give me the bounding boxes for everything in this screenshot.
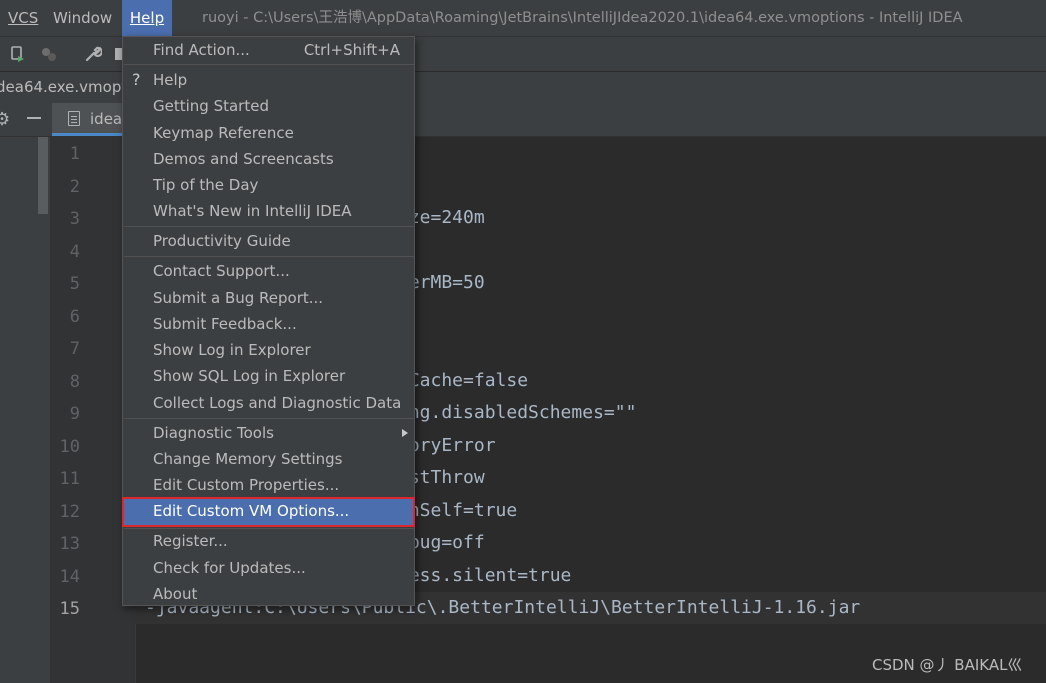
line-number: 8 [69,372,80,392]
menu-item-register[interactable]: Register... [123,528,414,554]
line-number: 5 [69,274,80,294]
menu-item-submit-bug[interactable]: Submit a Bug Report... [123,285,414,311]
line-number: 10 [59,437,80,457]
menu-item-label: Register... [153,532,228,550]
menu-vcs-label: VCS [8,9,39,27]
menu-item-keymap-reference[interactable]: Keymap Reference [123,120,414,146]
menu-bar: VCS Window Help ruoyi - C:\Users\王浩博\App… [0,0,1046,36]
menu-item-label: Show Log in Explorer [153,341,311,359]
menu-item-label: Diagnostic Tools [153,424,274,442]
menu-item-edit-custom-vm-options[interactable]: Edit Custom VM Options... [122,497,415,527]
menu-item-label: Edit Custom Properties... [153,476,340,494]
watermark-text: CSDN @丿 BAIKAL巛 [872,656,1023,674]
menu-item-about[interactable]: About [123,581,414,607]
breadcrumb[interactable]: dea64.exe.vmopti [0,72,131,103]
menu-item-diagnostic-tools[interactable]: Diagnostic Tools [123,420,414,446]
wrench-icon[interactable] [84,45,102,63]
menu-item-label: Help [153,71,188,89]
code-line-14: cess.silent=true [398,565,572,586]
menu-item-contact-support[interactable]: Contact Support... [123,258,414,284]
device-run-icon[interactable] [9,45,27,63]
line-number: 1 [69,144,80,164]
editor-tab-vmoptions[interactable]: idea [52,103,132,136]
hide-panel-icon[interactable] [27,117,41,119]
line-number: 9 [69,404,80,424]
menu-item-label: Collect Logs and Diagnostic Data [153,394,402,412]
line-number: 3 [69,209,80,229]
build-disabled-icon[interactable] [40,45,58,63]
menu-item-tip-of-the-day[interactable]: Tip of the Day [123,172,414,198]
question-mark-icon: ? [132,70,141,89]
menu-item-label: Getting Started [153,97,269,115]
menu-item-demos[interactable]: Demos and Screencasts [123,146,414,172]
help-menu-dropdown: Find Action... Ctrl+Shift+A ? Help Getti… [122,36,415,606]
editor-tab-label: idea [90,110,123,128]
code-line-12: chSelf=true [398,500,518,521]
line-number: 12 [59,502,80,522]
menu-item-check-updates[interactable]: Check for Updates... [123,555,414,581]
menu-item-label: Tip of the Day [153,176,259,194]
line-number: 6 [69,307,80,327]
menu-item-edit-custom-properties[interactable]: Edit Custom Properties... [123,472,414,498]
line-number: 11 [59,469,80,489]
shortcut-label: Ctrl+Shift+A [303,41,400,59]
current-line-number: 15 [59,599,80,619]
project-panel [0,137,51,683]
window-title: ruoyi - C:\Users\王浩博\AppData\Roaming\Jet… [202,10,963,26]
menu-item-change-memory[interactable]: Change Memory Settings [123,446,414,472]
menu-separator [124,64,414,65]
menu-item-label: Edit Custom VM Options... [153,502,350,520]
menu-item-whats-new[interactable]: What's New in IntelliJ IDEA [123,198,414,224]
panel-scrollbar[interactable] [38,137,48,214]
menu-item-label: About [153,585,198,603]
file-icon [68,111,80,126]
menu-item-getting-started[interactable]: Getting Started [123,93,414,119]
menu-item-label: Productivity Guide [153,232,291,250]
line-number: 7 [69,339,80,359]
menu-item-collect-logs[interactable]: Collect Logs and Diagnostic Data [123,390,414,416]
line-number: 14 [59,567,80,587]
menu-item-help[interactable]: ? Help [123,67,414,93]
menu-item-label: Submit Feedback... [153,315,297,333]
menu-help[interactable]: Help [122,0,172,36]
menu-item-label: Submit a Bug Report... [153,289,324,307]
menu-item-label: Demos and Screencasts [153,150,334,168]
menu-item-label: Contact Support... [153,262,290,280]
menu-help-label: Help [129,9,165,27]
menu-separator [124,418,414,419]
code-line-9: ing.disabledSchemes="" [398,402,637,423]
menu-vcs[interactable]: VCS [8,0,38,36]
menu-window[interactable]: Window [53,0,112,36]
line-number: 4 [69,242,80,262]
menu-item-label: Show SQL Log in Explorer [153,367,346,385]
code-line-8: kCache=false [398,370,529,391]
menu-item-productivity-guide[interactable]: Productivity Guide [123,228,414,254]
line-number: 2 [69,177,80,197]
menu-item-show-log[interactable]: Show Log in Explorer [123,337,414,363]
menu-item-label: What's New in IntelliJ IDEA [153,202,352,220]
gear-icon[interactable]: ⚙ [0,109,10,130]
line-number: 13 [59,534,80,554]
menu-item-label: Find Action... [153,41,250,59]
menu-separator [124,226,414,227]
menu-item-submit-feedback[interactable]: Submit Feedback... [123,311,414,337]
menu-separator [124,256,414,257]
submenu-arrow-icon [402,429,408,437]
menu-item-label: Change Memory Settings [153,450,343,468]
menu-item-label: Keymap Reference [153,124,294,142]
menu-item-show-sql-log[interactable]: Show SQL Log in Explorer [123,363,414,389]
menu-item-label: Check for Updates... [153,559,306,577]
menu-window-label: Window [53,9,113,27]
menu-item-find-action[interactable]: Find Action... Ctrl+Shift+A [123,37,414,63]
